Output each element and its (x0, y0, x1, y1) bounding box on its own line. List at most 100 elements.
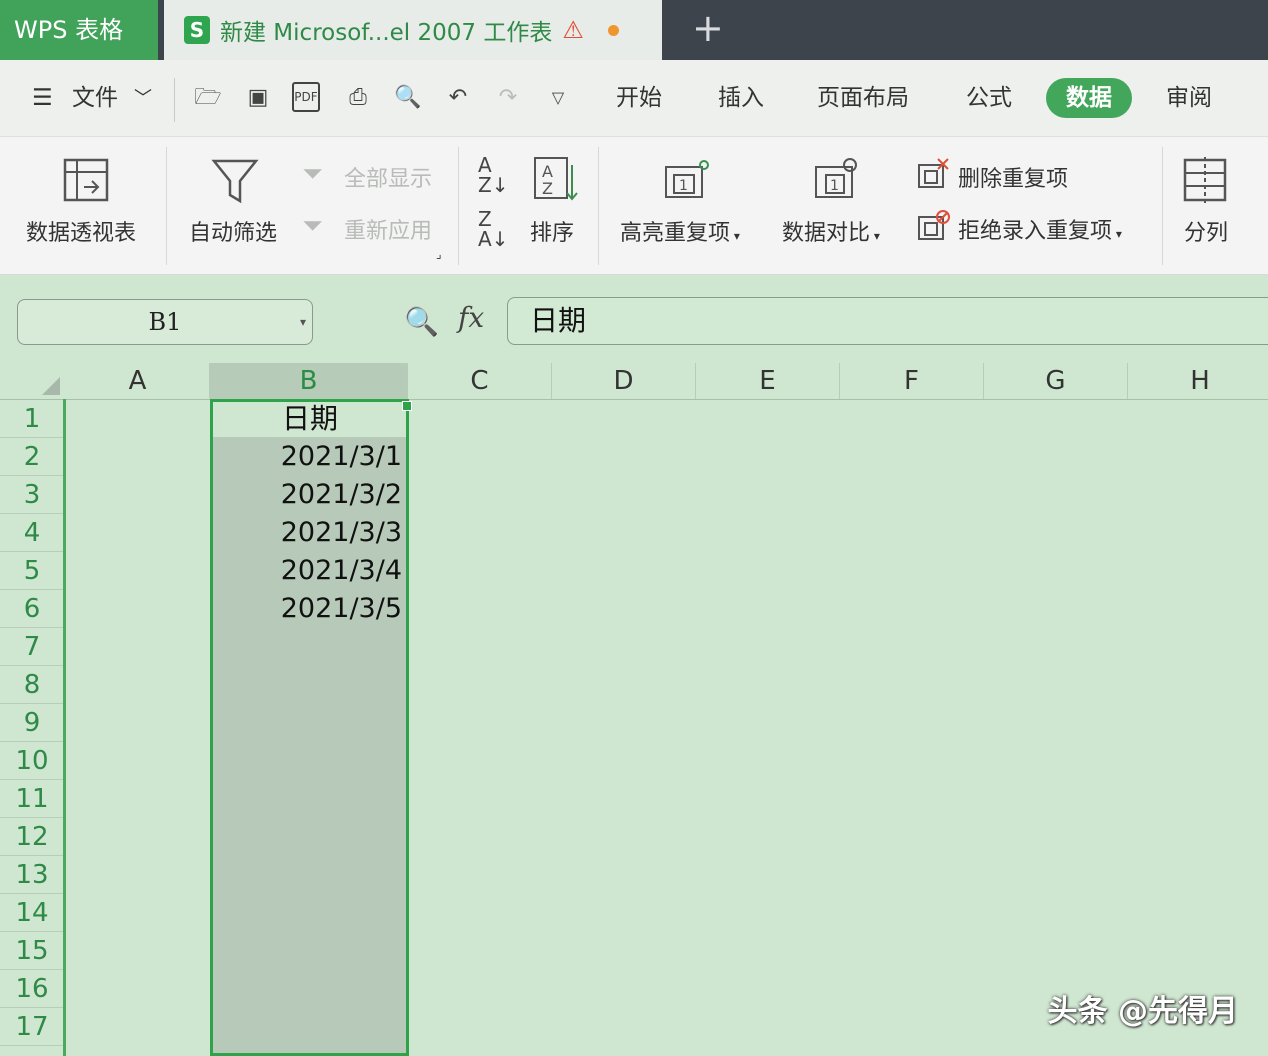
column-header-c[interactable]: C (408, 363, 552, 399)
filter-reapply-icon: ⏷ (302, 211, 323, 241)
column-header-d[interactable]: D (552, 363, 696, 399)
customize-icon[interactable]: ▽ (542, 82, 574, 114)
ribbon: 数据透视表 自动筛选 ⏷ 全部显示 ⏷ 重新应用 ⌟ A Z↓ Z A↓ A Z 排… (0, 137, 1268, 275)
sort-ascending-icon[interactable]: A Z↓ (478, 155, 508, 195)
chevron-down-icon[interactable]: ﹀ (134, 60, 152, 137)
row-header[interactable]: 3 (0, 476, 64, 514)
sort-descending-icon[interactable]: Z A↓ (478, 209, 508, 249)
row-header[interactable]: 6 (0, 590, 64, 628)
column-header-b[interactable]: B (210, 363, 408, 399)
split-column-button[interactable]: 分列 (1184, 215, 1228, 247)
unsaved-dot-icon (607, 24, 619, 36)
split-column-icon (1183, 157, 1227, 203)
cell-b4[interactable]: 2021/3/3 (212, 514, 402, 552)
cell-b5[interactable]: 2021/3/4 (212, 552, 402, 590)
new-tab-button[interactable]: + (692, 8, 724, 48)
spreadsheet-icon: S (184, 16, 210, 44)
header-divider (0, 399, 1268, 400)
svg-text:1: 1 (679, 178, 688, 194)
row-header-divider (63, 399, 66, 1056)
data-compare-button[interactable]: 数据对比 ▾ (782, 215, 880, 247)
tab-insert[interactable]: 插入 (718, 60, 764, 137)
print-preview-icon[interactable]: 🔍 (392, 82, 424, 114)
pivot-table-button[interactable]: 数据透视表 (26, 215, 136, 247)
app-tab[interactable]: WPS 表格 (0, 0, 158, 60)
row-header[interactable]: 1 (0, 400, 64, 438)
redo-icon[interactable]: ↷ (492, 82, 524, 114)
menu-bar: ☰ 文件 ﹀ 🗁 ▣ PDF ⎙ 🔍 ↶ ↷ ▽ 开始 插入 页面布局 公式 数… (0, 60, 1268, 137)
cell-b1[interactable]: 日期 (212, 400, 402, 438)
filter-icon (211, 159, 259, 204)
row-header[interactable]: 4 (0, 514, 64, 552)
highlight-duplicates-icon: 1 (665, 160, 709, 198)
svg-text:1: 1 (830, 178, 839, 194)
warning-icon: ⚠ (562, 16, 584, 44)
highlight-duplicates-button[interactable]: 高亮重复项 ▾ (620, 215, 740, 247)
divider (1162, 147, 1163, 265)
open-icon[interactable]: 🗁 (192, 82, 224, 114)
cell-b3[interactable]: 2021/3/2 (212, 476, 402, 514)
row-header[interactable]: 17 (0, 1008, 64, 1046)
svg-text:Z: Z (542, 179, 553, 198)
formula-input[interactable]: 日期 (507, 297, 1268, 345)
document-title: 新建 Microsof...el 2007 工作表 (220, 20, 553, 46)
chevron-down-icon[interactable]: ▾ (300, 300, 306, 344)
divider (166, 147, 167, 265)
zoom-icon[interactable]: 🔍 (404, 305, 439, 338)
fx-icon[interactable]: fx (458, 301, 484, 334)
fill-handle[interactable] (402, 401, 412, 411)
file-menu[interactable]: 文件 (72, 60, 118, 137)
spreadsheet-grid: A B C D E F G H 1 2 3 4 5 6 7 8 9 10 11 … (0, 363, 1268, 1056)
row-header[interactable]: 14 (0, 894, 64, 932)
name-box-value: B1 (148, 308, 182, 336)
remove-duplicates-button[interactable]: 删除重复项 (958, 161, 1068, 193)
select-all-corner[interactable] (0, 363, 66, 399)
pivot-table-icon (63, 158, 109, 202)
row-header[interactable]: 9 (0, 704, 64, 742)
undo-icon[interactable]: ↶ (442, 82, 474, 114)
column-header-f[interactable]: F (840, 363, 984, 399)
remove-duplicates-icon (918, 158, 949, 188)
document-tab[interactable]: S 新建 Microsof...el 2007 工作表 ⚠ (164, 0, 662, 60)
column-header-g[interactable]: G (984, 363, 1128, 399)
row-header[interactable]: 8 (0, 666, 64, 704)
row-header[interactable]: 13 (0, 856, 64, 894)
sort-button[interactable]: 排序 (530, 215, 574, 247)
reject-duplicates-icon (918, 210, 950, 240)
reject-duplicates-button[interactable]: 拒绝录入重复项 ▾ (958, 213, 1122, 245)
row-header[interactable]: 7 (0, 628, 64, 666)
tab-review[interactable]: 审阅 (1166, 60, 1212, 137)
watermark: 头条 @先得月 (1047, 994, 1238, 1029)
tab-formulas[interactable]: 公式 (966, 60, 1012, 137)
divider (458, 147, 459, 265)
hamburger-icon[interactable]: ☰ (32, 60, 53, 137)
title-bar: WPS 表格 S 新建 Microsof...el 2007 工作表 ⚠ + (0, 0, 1268, 60)
row-header[interactable]: 5 (0, 552, 64, 590)
expand-icon[interactable]: ⌟ (436, 247, 442, 261)
column-header-a[interactable]: A (66, 363, 210, 399)
row-header[interactable]: 10 (0, 742, 64, 780)
row-header[interactable]: 11 (0, 780, 64, 818)
tab-page-layout[interactable]: 页面布局 (817, 60, 909, 137)
tab-home[interactable]: 开始 (616, 60, 662, 137)
column-header-e[interactable]: E (696, 363, 840, 399)
divider (174, 78, 175, 122)
cell-b6[interactable]: 2021/3/5 (212, 590, 402, 628)
row-header[interactable]: 15 (0, 932, 64, 970)
column-header-h[interactable]: H (1128, 363, 1268, 399)
data-compare-icon: 1 (815, 158, 857, 198)
tab-data[interactable]: 数据 (1046, 78, 1132, 118)
show-all-button[interactable]: 全部显示 (344, 161, 432, 193)
row-header[interactable]: 12 (0, 818, 64, 856)
reapply-button[interactable]: 重新应用 (344, 213, 432, 245)
row-header[interactable]: 2 (0, 438, 64, 476)
save-icon[interactable]: ▣ (242, 82, 274, 114)
autofilter-button[interactable]: 自动筛选 (189, 215, 277, 247)
print-icon[interactable]: ⎙ (342, 82, 374, 114)
name-box[interactable]: B1 ▾ (17, 299, 313, 345)
row-header[interactable]: 16 (0, 970, 64, 1008)
cell-b2[interactable]: 2021/3/1 (212, 438, 402, 476)
pdf-icon[interactable]: PDF (292, 82, 320, 112)
filter-show-all-icon: ⏷ (302, 159, 323, 189)
divider (598, 147, 599, 265)
